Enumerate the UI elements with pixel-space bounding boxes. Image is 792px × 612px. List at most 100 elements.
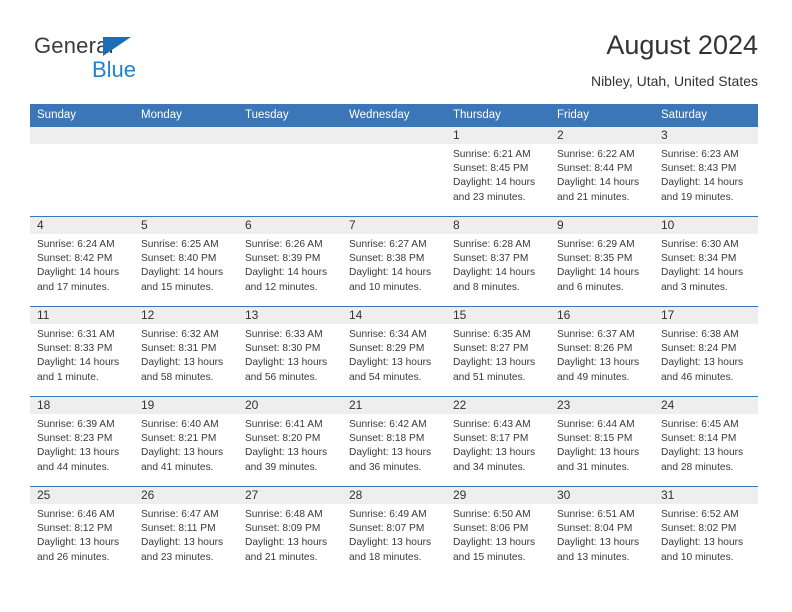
day-number: 19 — [134, 397, 238, 414]
day-details: Sunrise: 6:51 AM Sunset: 8:04 PM Daylight:… — [550, 504, 654, 565]
day-detail-line: Sunset: 8:26 PM — [557, 343, 633, 355]
day-details: Sunrise: 6:25 AM Sunset: 8:40 PM Daylight:… — [134, 234, 238, 295]
day-detail-line: and 12 minutes. — [245, 281, 318, 293]
calendar-day-cell[interactable]: 22 Sunrise: 6:43 AM Sunset: 8:17 PM Dayligh… — [446, 396, 550, 487]
calendar-day-cell[interactable]: 11 Sunrise: 6:31 AM Sunset: 8:33 PM Dayligh… — [30, 306, 134, 397]
day-number: 29 — [446, 487, 550, 504]
calendar-day-cell[interactable]: 16 Sunrise: 6:37 AM Sunset: 8:26 PM Dayligh… — [550, 306, 654, 397]
day-detail-line: Sunset: 8:09 PM — [245, 523, 321, 535]
day-number: 11 — [30, 307, 134, 324]
calendar-day-cell[interactable]: 12 Sunrise: 6:32 AM Sunset: 8:31 PM Dayligh… — [134, 306, 238, 397]
day-detail-line: and 21 minutes. — [557, 191, 630, 203]
weekday-header-tuesday: Tuesday — [238, 104, 342, 127]
day-detail-line: Sunset: 8:18 PM — [349, 433, 425, 445]
calendar-day-cell[interactable]: 26 Sunrise: 6:47 AM Sunset: 8:11 PM Dayligh… — [134, 486, 238, 576]
day-detail-line: and 41 minutes. — [141, 461, 214, 473]
day-detail-line: Sunrise: 6:48 AM — [245, 509, 323, 520]
calendar-week-row: 25 Sunrise: 6:46 AM Sunset: 8:12 PM Dayligh… — [30, 486, 758, 576]
calendar-day-cell[interactable]: 3 Sunrise: 6:23 AM Sunset: 8:43 PM Daylight… — [654, 127, 758, 217]
day-detail-line: Sunset: 8:21 PM — [141, 433, 217, 445]
day-detail-line: Sunset: 8:30 PM — [245, 343, 321, 355]
day-detail-line: Sunset: 8:45 PM — [453, 163, 529, 175]
calendar-day-cell[interactable]: 17 Sunrise: 6:38 AM Sunset: 8:24 PM Dayligh… — [654, 306, 758, 397]
calendar-day-cell-empty — [30, 127, 134, 217]
day-detail-line: and 51 minutes. — [453, 371, 526, 383]
day-detail-line: Sunset: 8:07 PM — [349, 523, 425, 535]
calendar-day-cell[interactable]: 2 Sunrise: 6:22 AM Sunset: 8:44 PM Daylight… — [550, 127, 654, 217]
calendar-day-cell[interactable]: 29 Sunrise: 6:50 AM Sunset: 8:06 PM Dayligh… — [446, 486, 550, 576]
calendar-day-cell[interactable]: 18 Sunrise: 6:39 AM Sunset: 8:23 PM Dayligh… — [30, 396, 134, 487]
calendar-day-cell[interactable]: 6 Sunrise: 6:26 AM Sunset: 8:39 PM Daylight… — [238, 216, 342, 307]
day-detail-line: Sunset: 8:12 PM — [37, 523, 113, 535]
day-detail-line: Sunrise: 6:25 AM — [141, 239, 219, 250]
calendar-day-cell[interactable]: 27 Sunrise: 6:48 AM Sunset: 8:09 PM Dayligh… — [238, 486, 342, 576]
day-details: Sunrise: 6:26 AM Sunset: 8:39 PM Daylight:… — [238, 234, 342, 295]
weekday-header-wednesday: Wednesday — [342, 104, 446, 127]
day-number: 18 — [30, 397, 134, 414]
day-detail-line: Daylight: 13 hours — [453, 537, 536, 549]
day-details: Sunrise: 6:48 AM Sunset: 8:09 PM Daylight:… — [238, 504, 342, 565]
calendar-day-cell[interactable]: 30 Sunrise: 6:51 AM Sunset: 8:04 PM Dayligh… — [550, 486, 654, 576]
day-detail-line: Daylight: 13 hours — [245, 357, 328, 369]
calendar-day-cell[interactable]: 4 Sunrise: 6:24 AM Sunset: 8:42 PM Daylight… — [30, 216, 134, 307]
day-number — [342, 127, 446, 144]
day-detail-line: Daylight: 14 hours — [141, 267, 224, 279]
day-detail-line: Sunset: 8:39 PM — [245, 253, 321, 265]
day-detail-line: and 3 minutes. — [661, 281, 728, 293]
day-detail-line: Sunset: 8:04 PM — [557, 523, 633, 535]
calendar-day-cell-empty — [342, 127, 446, 217]
day-detail-line: and 1 minute. — [37, 371, 99, 383]
calendar-day-cell[interactable]: 8 Sunrise: 6:28 AM Sunset: 8:37 PM Daylight… — [446, 216, 550, 307]
calendar-day-cell[interactable]: 24 Sunrise: 6:45 AM Sunset: 8:14 PM Dayligh… — [654, 396, 758, 487]
calendar-day-cell[interactable]: 14 Sunrise: 6:34 AM Sunset: 8:29 PM Dayligh… — [342, 306, 446, 397]
calendar-day-cell[interactable]: 23 Sunrise: 6:44 AM Sunset: 8:15 PM Dayligh… — [550, 396, 654, 487]
calendar-day-cell[interactable]: 1 Sunrise: 6:21 AM Sunset: 8:45 PM Daylight… — [446, 127, 550, 217]
day-detail-line: Sunrise: 6:45 AM — [661, 419, 739, 430]
day-detail-line: Daylight: 14 hours — [453, 267, 536, 279]
day-number: 25 — [30, 487, 134, 504]
day-detail-line: Sunrise: 6:28 AM — [453, 239, 531, 250]
calendar-day-cell[interactable]: 21 Sunrise: 6:42 AM Sunset: 8:18 PM Dayligh… — [342, 396, 446, 487]
day-detail-line: and 36 minutes. — [349, 461, 422, 473]
day-details: Sunrise: 6:30 AM Sunset: 8:34 PM Daylight:… — [654, 234, 758, 295]
day-detail-line: Sunset: 8:42 PM — [37, 253, 113, 265]
day-details: Sunrise: 6:21 AM Sunset: 8:45 PM Daylight:… — [446, 144, 550, 205]
weekday-header-sunday: Sunday — [30, 104, 134, 127]
calendar-header-row: Sunday Monday Tuesday Wednesday Thursday Frid… — [30, 104, 758, 127]
day-detail-line: Daylight: 13 hours — [245, 537, 328, 549]
day-detail-line: and 10 minutes. — [349, 281, 422, 293]
page-subtitle: Nibley, Utah, United States — [590, 73, 758, 89]
day-detail-line: Sunrise: 6:51 AM — [557, 509, 635, 520]
title-block: August 2024 Nibley, Utah, United States — [591, 28, 758, 91]
day-detail-line: Sunrise: 6:40 AM — [141, 419, 219, 430]
day-detail-line: and 39 minutes. — [245, 461, 318, 473]
day-number: 22 — [446, 397, 550, 414]
day-detail-line: Sunset: 8:23 PM — [37, 433, 113, 445]
calendar-day-cell[interactable]: 25 Sunrise: 6:46 AM Sunset: 8:12 PM Dayligh… — [30, 486, 134, 576]
general-blue-logo[interactable]: General Blue — [34, 33, 234, 85]
calendar-day-cell[interactable]: 5 Sunrise: 6:25 AM Sunset: 8:40 PM Daylight… — [134, 216, 238, 307]
day-number: 23 — [550, 397, 654, 414]
day-detail-line: Sunset: 8:15 PM — [557, 433, 633, 445]
calendar-day-cell[interactable]: 9 Sunrise: 6:29 AM Sunset: 8:35 PM Daylight… — [550, 216, 654, 307]
calendar-day-cell[interactable]: 20 Sunrise: 6:41 AM Sunset: 8:20 PM Dayligh… — [238, 396, 342, 487]
day-number — [238, 127, 342, 144]
calendar-day-cell[interactable]: 28 Sunrise: 6:49 AM Sunset: 8:07 PM Dayligh… — [342, 486, 446, 576]
calendar-day-cell[interactable]: 19 Sunrise: 6:40 AM Sunset: 8:21 PM Dayligh… — [134, 396, 238, 487]
day-number — [30, 127, 134, 144]
day-detail-line: Sunset: 8:44 PM — [557, 163, 633, 175]
calendar-day-cell[interactable]: 10 Sunrise: 6:30 AM Sunset: 8:34 PM Dayligh… — [654, 216, 758, 307]
day-number: 12 — [134, 307, 238, 324]
calendar-day-cell[interactable]: 13 Sunrise: 6:33 AM Sunset: 8:30 PM Dayligh… — [238, 306, 342, 397]
calendar-day-cell[interactable]: 15 Sunrise: 6:35 AM Sunset: 8:27 PM Dayligh… — [446, 306, 550, 397]
day-number: 30 — [550, 487, 654, 504]
day-number: 10 — [654, 217, 758, 234]
calendar-day-cell[interactable]: 31 Sunrise: 6:52 AM Sunset: 8:02 PM Dayligh… — [654, 486, 758, 576]
day-detail-line: and 13 minutes. — [557, 551, 630, 563]
day-detail-line: Sunset: 8:24 PM — [661, 343, 737, 355]
day-detail-line: and 19 minutes. — [661, 191, 734, 203]
day-details: Sunrise: 6:23 AM Sunset: 8:43 PM Daylight:… — [654, 144, 758, 205]
day-details: Sunrise: 6:45 AM Sunset: 8:14 PM Daylight:… — [654, 414, 758, 475]
calendar-day-cell[interactable]: 7 Sunrise: 6:27 AM Sunset: 8:38 PM Daylight… — [342, 216, 446, 307]
logo-text-general: General — [34, 33, 114, 58]
